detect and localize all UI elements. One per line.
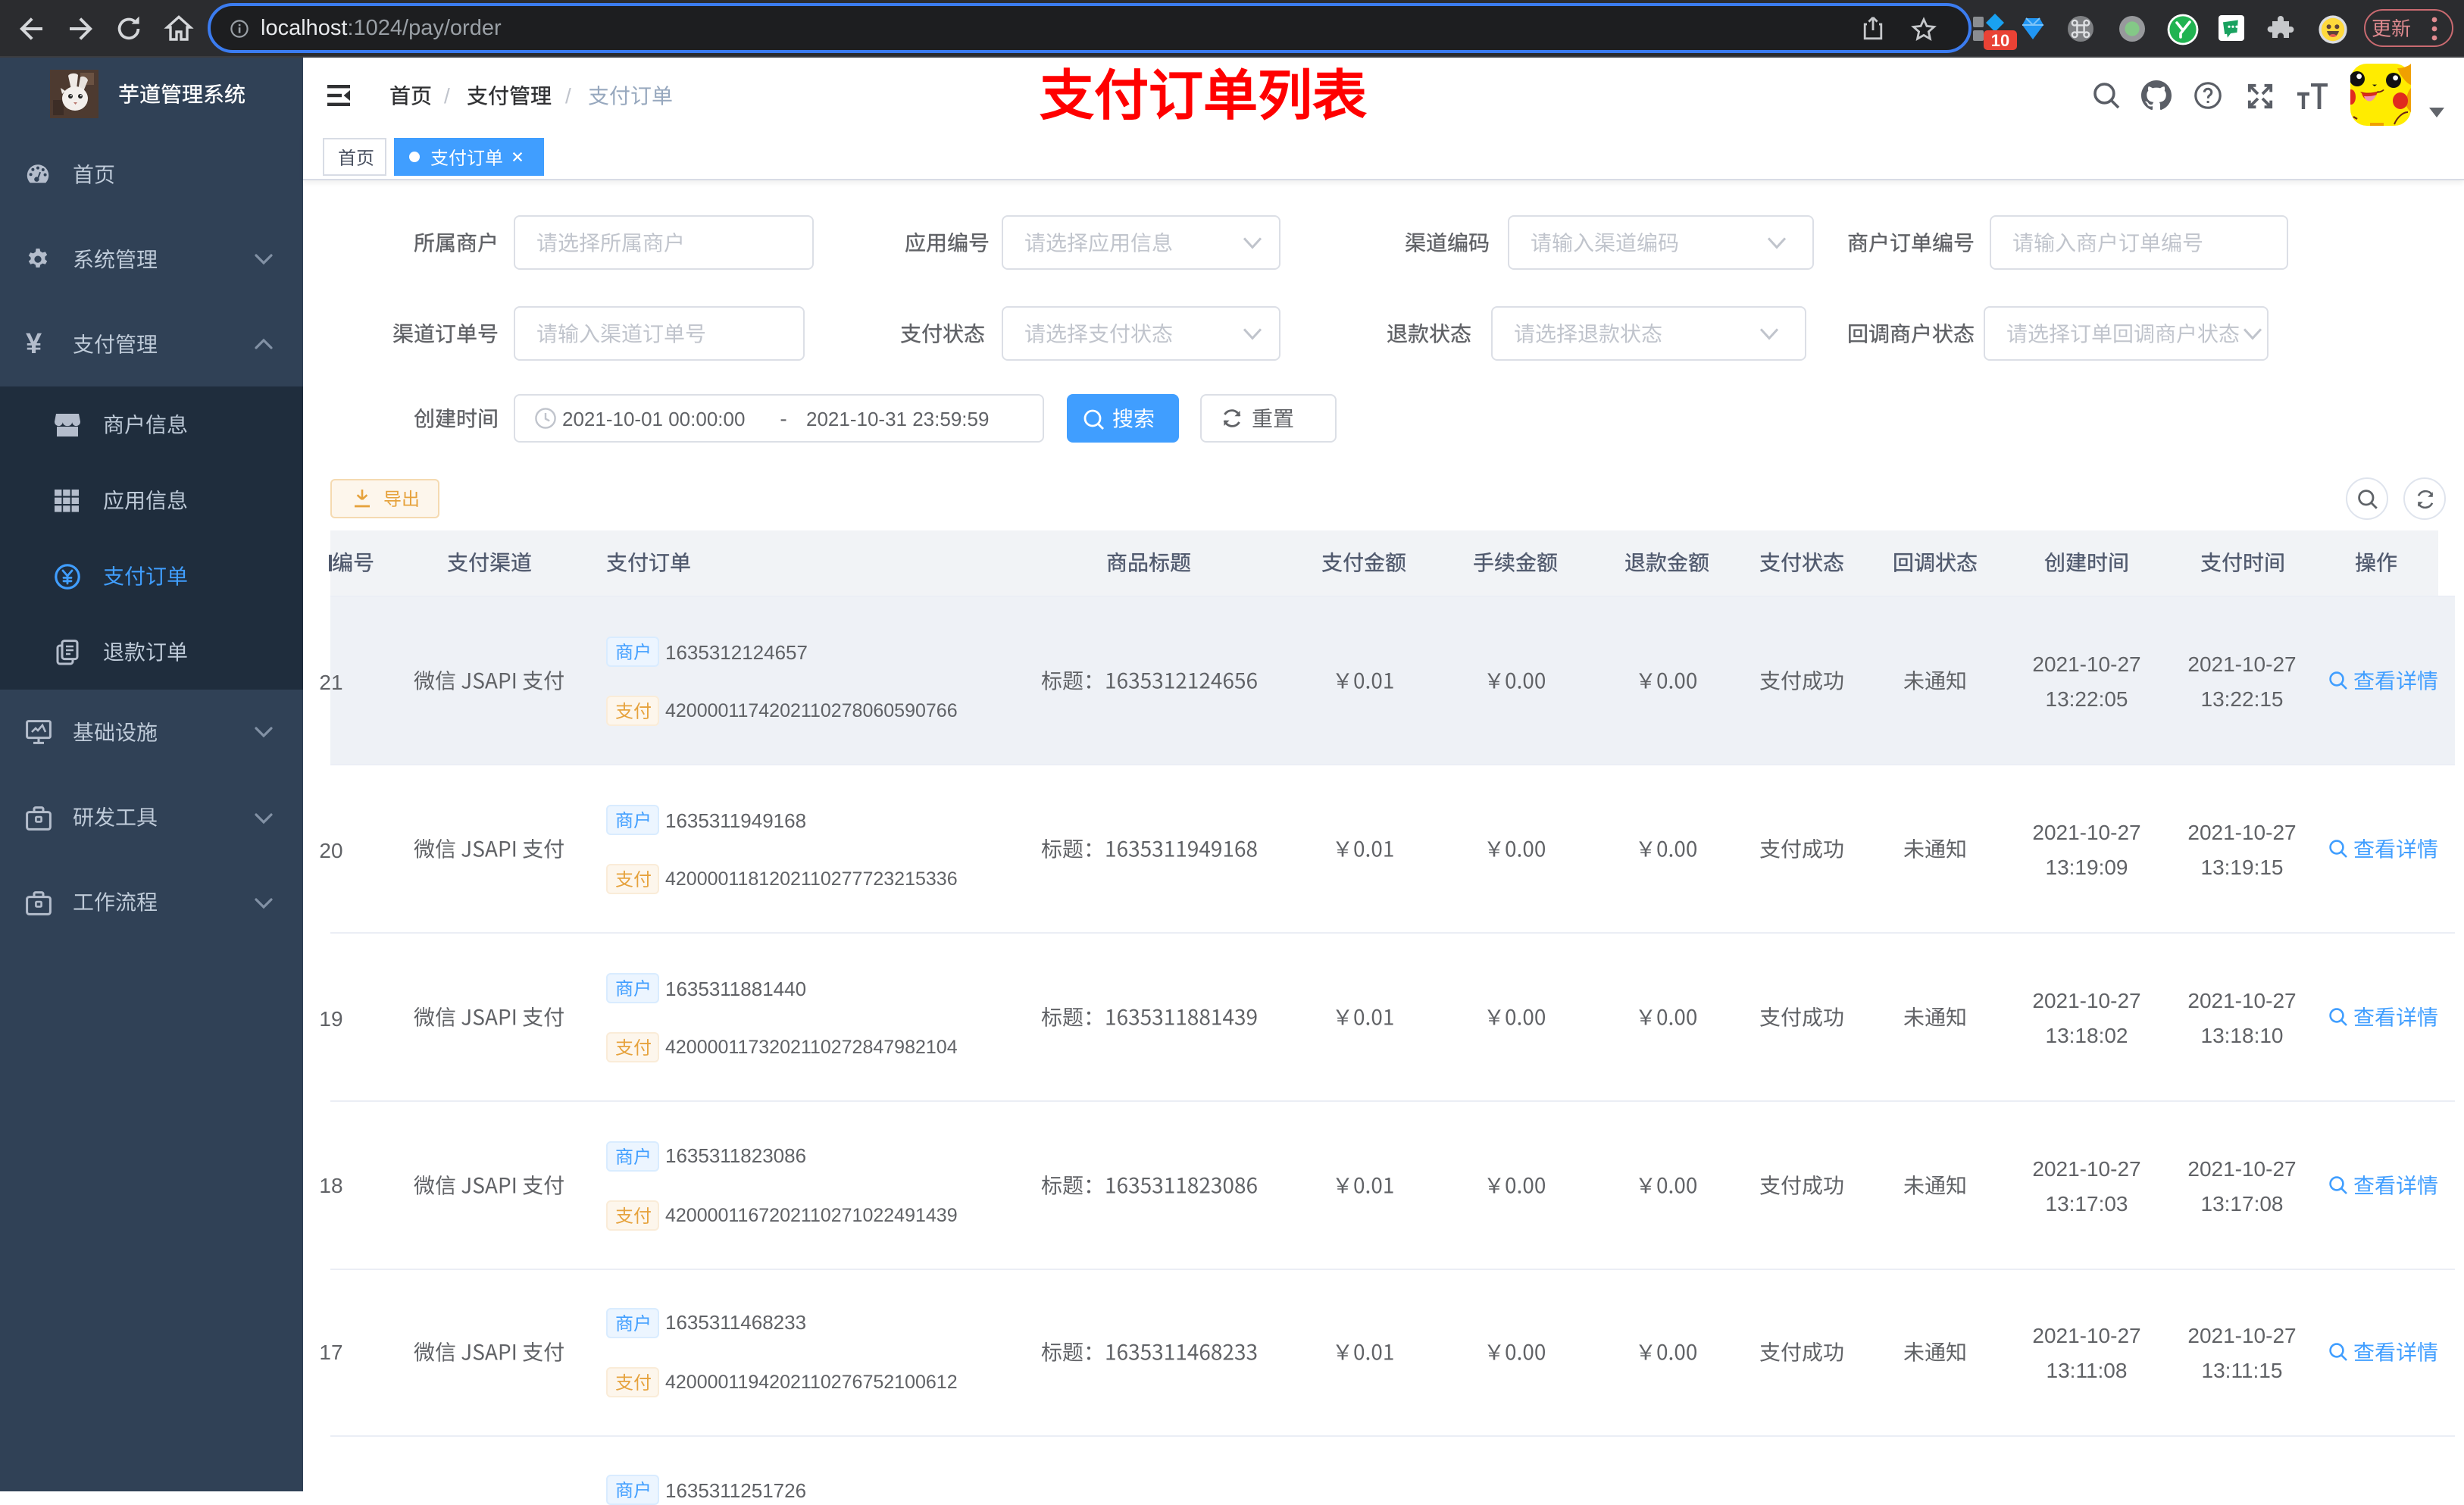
svg-text:10: 10 xyxy=(1991,31,2009,50)
